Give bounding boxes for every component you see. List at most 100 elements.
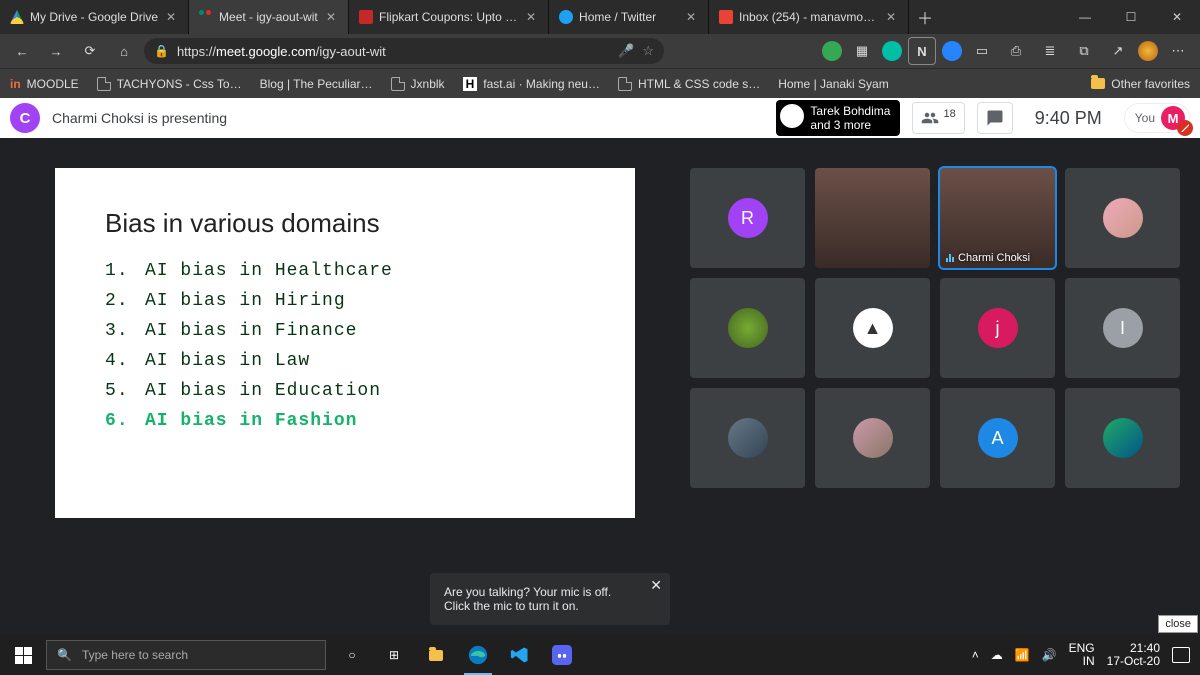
ext-icon[interactable]: ▦ — [848, 37, 876, 65]
ext-icon[interactable] — [942, 41, 962, 61]
refresh-button[interactable]: ⟳ — [76, 37, 104, 65]
tab-twitter[interactable]: Home / Twitter ✕ — [549, 0, 709, 34]
participants-grid: R Charmi Choksi ▲ j I A — [690, 168, 1180, 625]
bookmark-item[interactable]: Blog | The Peculiar… — [260, 77, 373, 91]
participant-avatar — [1103, 198, 1143, 238]
close-icon[interactable]: ✕ — [164, 10, 178, 24]
bookmarks-bar: inMOODLE TACHYONS - Css To… Blog | The P… — [0, 68, 1200, 98]
participant-tile[interactable] — [1065, 168, 1180, 268]
tab-title: My Drive - Google Drive — [30, 10, 158, 24]
cortana-button[interactable]: ○ — [332, 635, 372, 675]
participant-avatar — [853, 418, 893, 458]
people-button[interactable]: 18 — [912, 102, 964, 134]
participant-tile[interactable] — [815, 388, 930, 488]
bookmark-item[interactable]: inMOODLE — [10, 77, 79, 91]
favorite-icon[interactable]: ☆ — [642, 43, 654, 59]
discord-button[interactable] — [542, 635, 582, 675]
presenting-label: Charmi Choksi is presenting — [52, 110, 227, 126]
close-icon[interactable]: ✕ — [324, 10, 338, 24]
volume-icon[interactable]: 🔊 — [1042, 648, 1057, 662]
maximize-button[interactable]: ☐ — [1108, 0, 1154, 34]
page-icon — [391, 77, 405, 91]
vscode-button[interactable] — [500, 635, 540, 675]
ext-icon[interactable]: ▭ — [968, 37, 996, 65]
grammarly-icon[interactable] — [882, 41, 902, 61]
toast-text: Are you talking? Your mic is off. Click … — [444, 585, 611, 613]
participant-tile[interactable] — [690, 388, 805, 488]
participant-tile[interactable]: A — [940, 388, 1055, 488]
meet-clock: 9:40 PM — [1025, 108, 1112, 129]
tab-title: Home / Twitter — [579, 10, 678, 24]
participant-tile-video[interactable] — [815, 168, 930, 268]
cast-icon[interactable]: ⎙ — [1002, 37, 1030, 65]
ext-icon[interactable] — [822, 41, 842, 61]
bookmark-item[interactable]: HTML & CSS code s… — [618, 77, 760, 91]
url-input[interactable]: 🔒 https://meet.google.com/igy-aout-wit 🎤… — [144, 38, 664, 64]
close-icon[interactable]: ✕ — [884, 10, 898, 24]
home-button[interactable]: ⌂ — [110, 37, 138, 65]
meet-body: Bias in various domains AI bias in Healt… — [0, 138, 1200, 635]
start-button[interactable] — [0, 635, 46, 675]
chat-icon — [986, 109, 1004, 127]
other-favorites[interactable]: Other favorites — [1091, 77, 1190, 91]
taskbar-search[interactable]: 🔍 Type here to search — [46, 640, 326, 670]
close-icon[interactable]: ✕ — [650, 577, 662, 594]
collections-icon[interactable]: ⧉ — [1070, 37, 1098, 65]
onedrive-icon[interactable]: ☁ — [991, 648, 1003, 662]
back-button[interactable]: ← — [8, 37, 36, 65]
page-icon — [618, 77, 632, 91]
lock-icon: 🔒 — [154, 44, 169, 58]
chat-button[interactable] — [977, 102, 1013, 134]
close-icon[interactable]: ✕ — [524, 10, 538, 24]
bookmark-item[interactable]: Hfast.ai · Making neu… — [463, 77, 600, 91]
share-icon[interactable]: ↗ — [1104, 37, 1132, 65]
new-tab-button[interactable]: ＋ — [909, 0, 941, 34]
edge-icon — [467, 644, 489, 666]
bookmark-item[interactable]: TACHYONS - Css To… — [97, 77, 242, 91]
notif-avatar — [780, 104, 804, 128]
tray-chevron-icon[interactable]: ˄ — [972, 648, 979, 662]
explorer-button[interactable] — [416, 635, 456, 675]
task-view-button[interactable]: ⊞ — [374, 635, 414, 675]
participant-avatar — [1103, 418, 1143, 458]
tab-meet[interactable]: Meet - igy-aout-wit ✕ — [189, 0, 349, 34]
minimize-button[interactable]: ― — [1062, 0, 1108, 34]
tab-flipkart[interactable]: Flipkart Coupons: Upto 90% O ✕ — [349, 0, 549, 34]
participant-tile[interactable] — [690, 278, 805, 378]
bookmark-item[interactable]: Home | Janaki Syam — [778, 77, 889, 91]
participant-avatar: ▲ — [853, 308, 893, 348]
edge-button[interactable] — [458, 635, 498, 675]
vscode-icon — [510, 645, 530, 665]
join-notification[interactable]: Tarek Bohdima and 3 more — [776, 100, 900, 136]
language-indicator[interactable]: ENG IN — [1069, 642, 1095, 668]
bookmark-item[interactable]: Jxnblk — [391, 77, 445, 91]
participant-avatar: j — [978, 308, 1018, 348]
people-icon — [921, 109, 939, 127]
participant-tile[interactable] — [1065, 388, 1180, 488]
notion-icon[interactable]: N — [908, 37, 936, 65]
participant-tile-speaking[interactable]: Charmi Choksi — [940, 168, 1055, 268]
notifications-icon[interactable] — [1172, 647, 1190, 663]
close-window-button[interactable]: ✕ — [1154, 0, 1200, 34]
forward-button[interactable]: → — [42, 37, 70, 65]
flipkart-icon — [359, 10, 373, 24]
participant-tile[interactable]: ▲ — [815, 278, 930, 378]
favorites-list-icon[interactable]: ≣ — [1036, 37, 1064, 65]
slide-item-highlighted: AI bias in Fashion — [105, 411, 595, 431]
mic-input-icon[interactable]: 🎤 — [618, 43, 634, 59]
close-chip[interactable]: close — [1158, 615, 1198, 633]
menu-icon[interactable]: ⋯ — [1164, 37, 1192, 65]
tab-gmail[interactable]: Inbox (254) - manavmodi0004 ✕ — [709, 0, 909, 34]
profile-avatar[interactable] — [1138, 41, 1158, 61]
twitter-icon — [559, 10, 573, 24]
participant-tile[interactable]: R — [690, 168, 805, 268]
participant-tile[interactable]: j — [940, 278, 1055, 378]
close-icon[interactable]: ✕ — [684, 10, 698, 24]
tab-drive[interactable]: My Drive - Google Drive ✕ — [0, 0, 189, 34]
self-pill[interactable]: You M — [1124, 103, 1190, 133]
participant-avatar — [728, 308, 768, 348]
clock[interactable]: 21:40 17-Oct-20 — [1107, 642, 1160, 668]
wifi-icon[interactable]: 📶 — [1015, 648, 1030, 662]
slide-title: Bias in various domains — [105, 208, 595, 239]
participant-tile[interactable]: I — [1065, 278, 1180, 378]
